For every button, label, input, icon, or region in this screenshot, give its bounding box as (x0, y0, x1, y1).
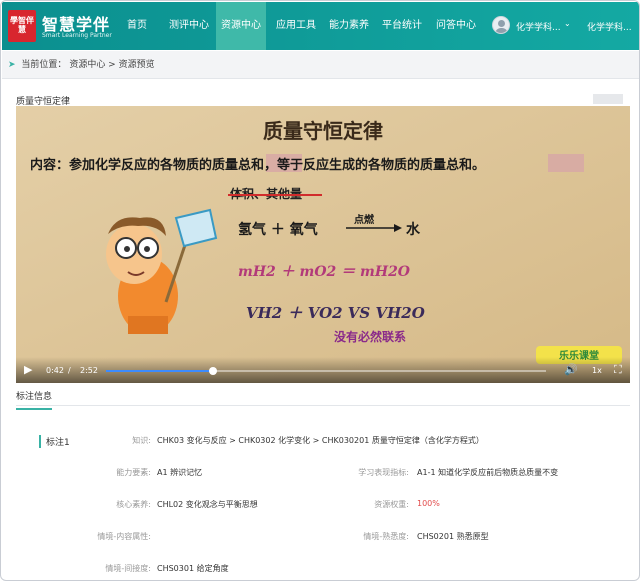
ability-value: A1 辨识记忆 (157, 468, 203, 477)
chevron-down-icon[interactable]: ⌄ (564, 19, 571, 28)
core-literacy-value: CHL02 变化观念与平衡思想 (157, 500, 258, 509)
video-frame: 质量守恒定律 内容：参加化学反应的各物质的质量总和，等于反应生成的各物质的质量总… (16, 106, 630, 383)
logo-icon[interactable]: 學智伴慧 (8, 10, 36, 42)
nav-resources[interactable]: 资源中心 (216, 2, 266, 50)
duration: 2:52 (80, 366, 98, 375)
breadcrumb-prefix: 当前位置： (21, 60, 67, 70)
knowledge-label: 知识: (132, 436, 151, 445)
volume-icon[interactable]: 🔊 (564, 363, 578, 376)
equation-right: 水 (406, 221, 421, 238)
perspective-label: 情境-间接度: (105, 564, 151, 573)
current-time: 0:42 (46, 366, 64, 375)
tab-annotation-info[interactable]: 标注信息 (16, 389, 53, 410)
breadcrumb-path[interactable]: 资源中心 > 资源预览 (69, 60, 154, 70)
context-attribute-label: 情境-内容属性: (97, 532, 151, 541)
core-literacy-label: 核心素养: (116, 500, 151, 509)
video-player[interactable]: 质量守恒定律 内容：参加化学反应的各物质的质量总和，等于反应生成的各物质的质量总… (16, 106, 630, 383)
nav-tools[interactable]: 应用工具 (272, 2, 320, 50)
user-menu-secondary[interactable]: 化学学科... (587, 20, 632, 33)
fullscreen-icon[interactable]: ⛶ (614, 363, 622, 377)
time-separator: / (68, 366, 71, 375)
brand-subtitle: Smart Learning Partner (42, 32, 112, 39)
play-icon[interactable]: ▶ (24, 363, 32, 376)
perspective-value: CHS0301 给定角度 (157, 564, 229, 573)
tab-divider (16, 405, 630, 406)
avatar-icon[interactable] (492, 16, 510, 34)
nav-qa[interactable]: 问答中心 (432, 2, 480, 50)
content-line: 内容：参加化学反应的各物质的质量总和，等于反应生成的各物质的质量总和。 (30, 157, 485, 173)
weight-label: 资源权重: (374, 500, 409, 509)
nav-home[interactable]: 首页 (120, 2, 154, 50)
progress-bar[interactable] (106, 367, 546, 375)
struck-text: 体积、其他量 (230, 186, 302, 201)
no-relation-text: 没有必然联系 (334, 329, 406, 344)
performance-value: A1-1 知道化学反应前后物质总质量不变 (417, 468, 559, 477)
knowledge-value: CHK03 变化与反应 > CHK0302 化学变化 > CHK030201 质… (157, 436, 484, 445)
volume-equation: VH2 ＋ VO2 VS VH2O (246, 304, 425, 322)
video-controls: ▶ 0:42 / 2:52 🔊 1x ⛶ (16, 357, 630, 383)
nav-statistics[interactable]: 平台统计 (378, 2, 426, 50)
top-nav: 學智伴慧 智慧学伴 Smart Learning Partner 首页 测评中心… (2, 2, 639, 50)
breadcrumb: ➤ 当前位置： 资源中心 > 资源预览 (2, 51, 639, 79)
slide-title: 质量守恒定律 (263, 119, 383, 143)
highlight-mass-2 (548, 154, 584, 172)
speed-control[interactable]: 1x (592, 366, 602, 375)
equation-condition: 点燃 (354, 213, 375, 226)
app-window: 學智伴慧 智慧学伴 Smart Learning Partner 首页 测评中心… (0, 0, 640, 581)
location-pin-icon: ➤ (8, 60, 16, 70)
mass-equation: mH2 ＋ mO2 ＝ mH2O (238, 264, 411, 280)
equation-left: 氢气 ＋ 氧气 (238, 221, 318, 238)
nav-assessment[interactable]: 测评中心 (164, 2, 214, 50)
weight-value: 100% (417, 499, 440, 508)
placeholder-bar (593, 94, 623, 104)
annotation-tag: 标注1 (39, 435, 70, 448)
nav-competency[interactable]: 能力素养 (325, 2, 373, 50)
ability-label: 能力要素: (116, 468, 151, 477)
progress-thumb[interactable] (209, 367, 218, 375)
user-menu[interactable]: 化学学科... (516, 20, 561, 33)
performance-label: 学习表现指标: (358, 468, 409, 477)
progress-fill (106, 370, 214, 372)
familiarity-value: CHS0201 熟悉原型 (417, 532, 489, 541)
familiarity-label: 情境-熟悉度: (363, 532, 409, 541)
